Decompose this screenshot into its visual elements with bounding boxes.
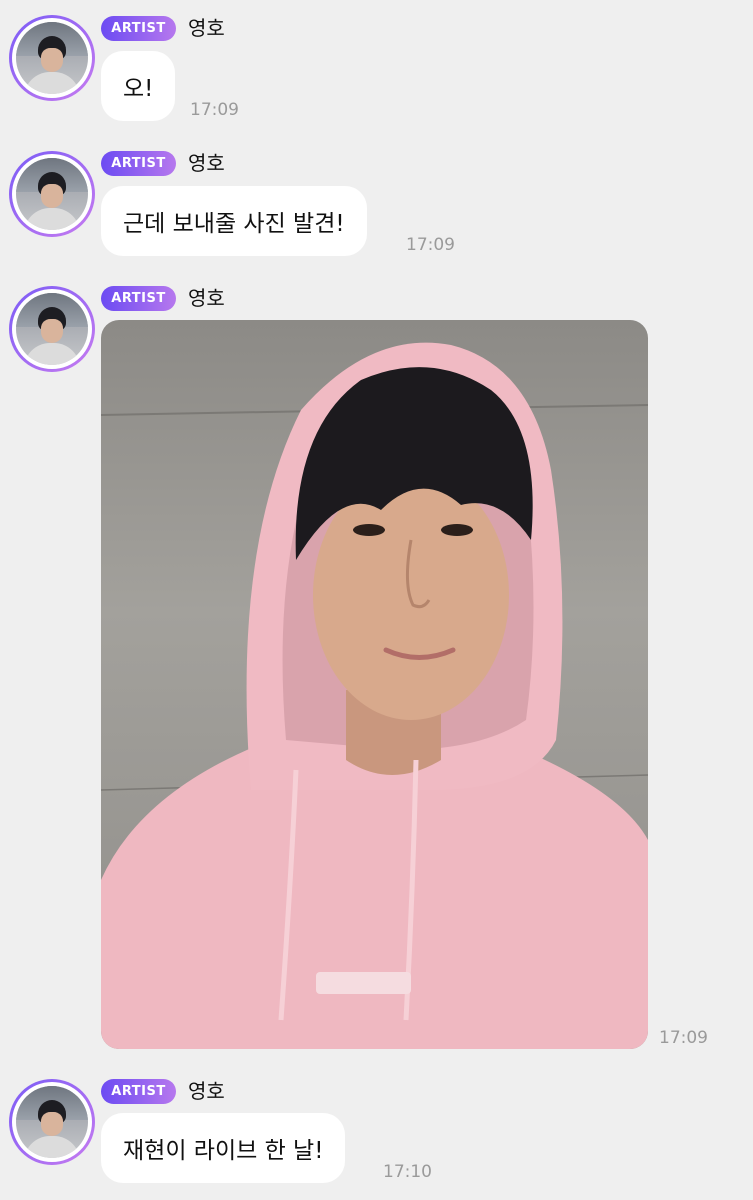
sender-name[interactable]: 영호 [188, 285, 225, 311]
message-bubble[interactable]: 재현이 라이브 한 날! [101, 1113, 346, 1183]
sender-name[interactable]: 영호 [188, 150, 225, 176]
artist-badge: ARTIST [101, 286, 176, 311]
message-time: 17:09 [406, 235, 455, 255]
message-time: 17:09 [190, 100, 239, 120]
sender-avatar[interactable] [9, 151, 95, 237]
message-time: 17:10 [383, 1162, 432, 1182]
sender-name[interactable]: 영호 [188, 15, 225, 41]
artist-badge: ARTIST [101, 1079, 176, 1104]
sender-name[interactable]: 영호 [188, 1078, 225, 1104]
sender-avatar[interactable] [9, 15, 95, 101]
message-bubble[interactable]: 오! [101, 51, 176, 121]
message-time: 17:09 [659, 1028, 708, 1048]
artist-badge: ARTIST [101, 16, 176, 41]
sender-avatar[interactable] [9, 1079, 95, 1165]
shared-photo[interactable] [101, 320, 648, 1049]
message-bubble[interactable]: 근데 보내줄 사진 발견! [101, 186, 367, 256]
sender-avatar[interactable] [9, 286, 95, 372]
artist-badge: ARTIST [101, 151, 176, 176]
photo-illustration [101, 342, 648, 1049]
